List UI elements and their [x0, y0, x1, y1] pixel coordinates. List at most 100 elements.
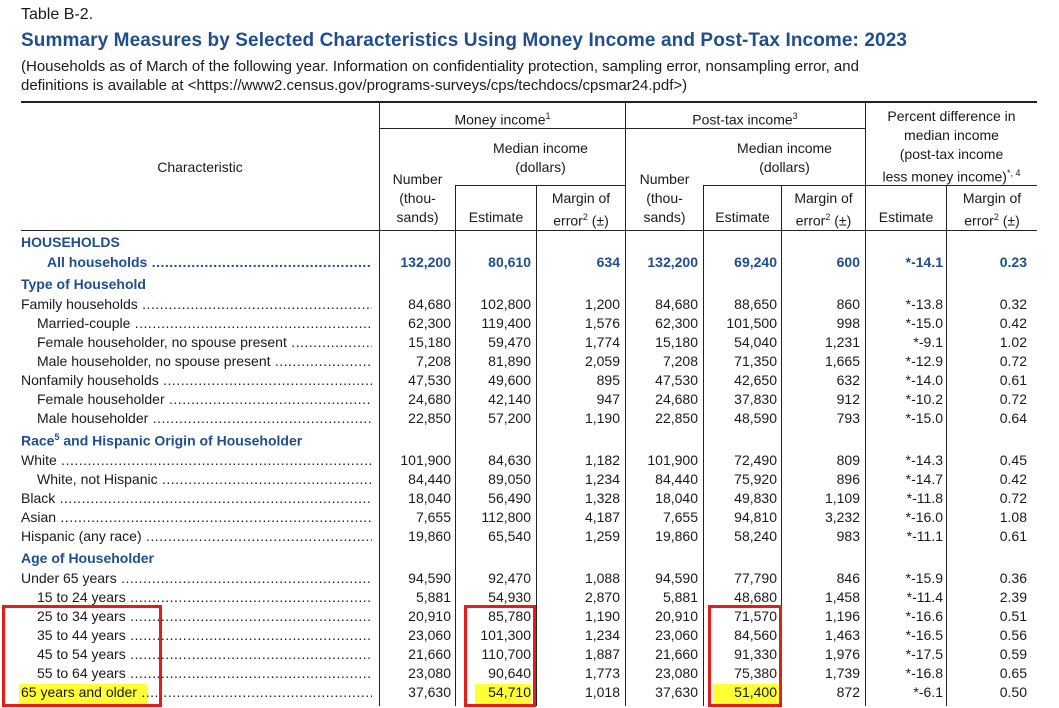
header-pct-difference: Percent difference in median income (post-…: [882, 108, 1021, 185]
row-label-text: Nonfamily households: [21, 372, 159, 388]
cell-pm: 896: [836, 471, 860, 487]
cell-pe: 49,830: [734, 490, 777, 506]
cell-me: 92,470: [488, 570, 531, 586]
header-money-margin: Margin of error2 (±): [551, 190, 611, 229]
table-row: Black ..................................…: [0, 489, 1059, 508]
row-label: Male householder .......................…: [37, 409, 372, 428]
cell-me: 65,540: [488, 528, 531, 544]
cell-dm: 0.72: [999, 490, 1027, 506]
cell-pm: 3,232: [824, 509, 860, 525]
table-title: Summary Measures by Selected Characteris…: [21, 30, 908, 51]
cell-pm: 912: [836, 391, 860, 407]
cell-mm: 2,870: [584, 589, 620, 605]
top-rule: [21, 101, 1037, 103]
leader-dots: ........................................…: [142, 296, 372, 312]
leader-dots: ........................................…: [169, 391, 372, 407]
leader-dots: ........................................…: [141, 684, 372, 700]
cell-pn: 5,881: [662, 589, 698, 605]
leader-dots: ........................................…: [291, 334, 372, 350]
cell-n: 37,630: [408, 684, 451, 700]
section-type-of-household: Type of Household: [21, 276, 146, 292]
cell-mm: 947: [596, 391, 620, 407]
row-label: White, not Hispanic ....................…: [37, 470, 372, 489]
cell-n: 21,660: [408, 646, 451, 662]
row-label: Black ..................................…: [21, 489, 372, 508]
cell-dm: 0.51: [999, 608, 1027, 624]
cell-me: 119,400: [481, 315, 531, 331]
cell-mm: 1,234: [584, 471, 620, 487]
row-label: Male householder, no spouse present ....…: [37, 352, 372, 371]
table-row: Female householder, no spouse present ..…: [0, 333, 1059, 352]
header-pct-estimate: Estimate: [878, 209, 934, 225]
row-label: Married-couple .........................…: [37, 314, 372, 333]
row-label: Family households ......................…: [21, 295, 372, 314]
row-label: Female householder .....................…: [37, 390, 372, 409]
leader-dots: ........................................…: [121, 570, 372, 586]
cell-me: 56,490: [488, 490, 531, 506]
cell-pm: 1,463: [824, 627, 860, 643]
cell-pn: 84,440: [655, 471, 698, 487]
leader-dots: ........................................…: [130, 608, 372, 624]
cell-pe: 37,830: [734, 391, 777, 407]
cell-n: 15,180: [408, 334, 451, 350]
cell-de: *-13.8: [905, 296, 943, 312]
cell-pe: 42,650: [734, 372, 777, 388]
cell-pm: 1,739: [824, 665, 860, 681]
post-median-rule: [703, 185, 865, 186]
cell-de: *-12.9: [905, 353, 943, 369]
table-row: Male householder .......................…: [0, 409, 1059, 428]
cell-de: *-14.3: [905, 452, 943, 468]
money-median-rule: [455, 185, 625, 186]
cell-de: *-14.1: [905, 254, 943, 270]
cell-pe: 75,920: [734, 471, 777, 487]
annotation-box-money-estimates: [464, 605, 536, 707]
cell-n: 23,080: [408, 665, 451, 681]
header-money-number: Number (thou-sands): [392, 171, 443, 225]
table-row: Female householder .....................…: [0, 390, 1059, 409]
leader-dots: ........................................…: [130, 589, 372, 605]
cell-n: 20,910: [408, 608, 451, 624]
row-label-text: White, not Hispanic: [37, 471, 158, 487]
header-post-median: Median income (dollars): [737, 140, 832, 175]
cell-pn: 84,680: [655, 296, 698, 312]
table-subtitle-line2: definitions is available at <https://www…: [21, 77, 688, 94]
table-subtitle-line1: (Households as of March of the following…: [21, 58, 859, 75]
cell-pn: 18,040: [655, 490, 698, 506]
table-row: Under 65 years .........................…: [0, 569, 1059, 588]
cell-n: 5,881: [415, 589, 451, 605]
cell-pn: 94,590: [655, 570, 698, 586]
cell-pm: 983: [836, 528, 860, 544]
header-pct-margin: Margin of error2 (±): [962, 190, 1022, 229]
cell-mm: 1,234: [584, 627, 620, 643]
table-row: Married-couple .........................…: [0, 314, 1059, 333]
cell-mm: 1,773: [584, 665, 620, 681]
leader-dots: ........................................…: [59, 490, 372, 506]
cell-de: *-11.8: [906, 490, 943, 506]
cell-me: 59,470: [488, 334, 531, 350]
cell-dm: 2.39: [999, 589, 1027, 605]
header-money-income: Money income1: [454, 111, 551, 128]
cell-n: 101,900: [400, 452, 451, 468]
cell-pm: 600: [836, 254, 860, 270]
cell-mm: 1,328: [584, 490, 620, 506]
cell-pe: 69,240: [734, 254, 777, 270]
row-label-text: Family households: [21, 296, 138, 312]
cell-pm: 632: [836, 372, 860, 388]
table-row: Family households ......................…: [0, 295, 1059, 314]
cell-pe: 88,650: [734, 296, 777, 312]
cell-pn: 101,900: [647, 452, 698, 468]
cell-de: *-10.2: [905, 391, 943, 407]
leader-dots: ........................................…: [151, 254, 372, 270]
cell-me: 49,600: [488, 372, 531, 388]
row-label-text: Male householder: [37, 410, 149, 426]
cell-pn: 47,530: [655, 372, 698, 388]
leader-dots: ........................................…: [274, 353, 372, 369]
header-post-tax-income: Post-tax income3: [692, 111, 798, 128]
annotation-box-age-labels: [2, 605, 162, 707]
row-label-text: 15 to 24 years: [37, 589, 126, 605]
leader-dots: ........................................…: [130, 646, 372, 662]
cell-me: 89,050: [488, 471, 531, 487]
row-label-text: All households: [47, 254, 148, 270]
cell-me: 81,890: [488, 353, 531, 369]
cell-dm: 1.08: [999, 509, 1027, 525]
